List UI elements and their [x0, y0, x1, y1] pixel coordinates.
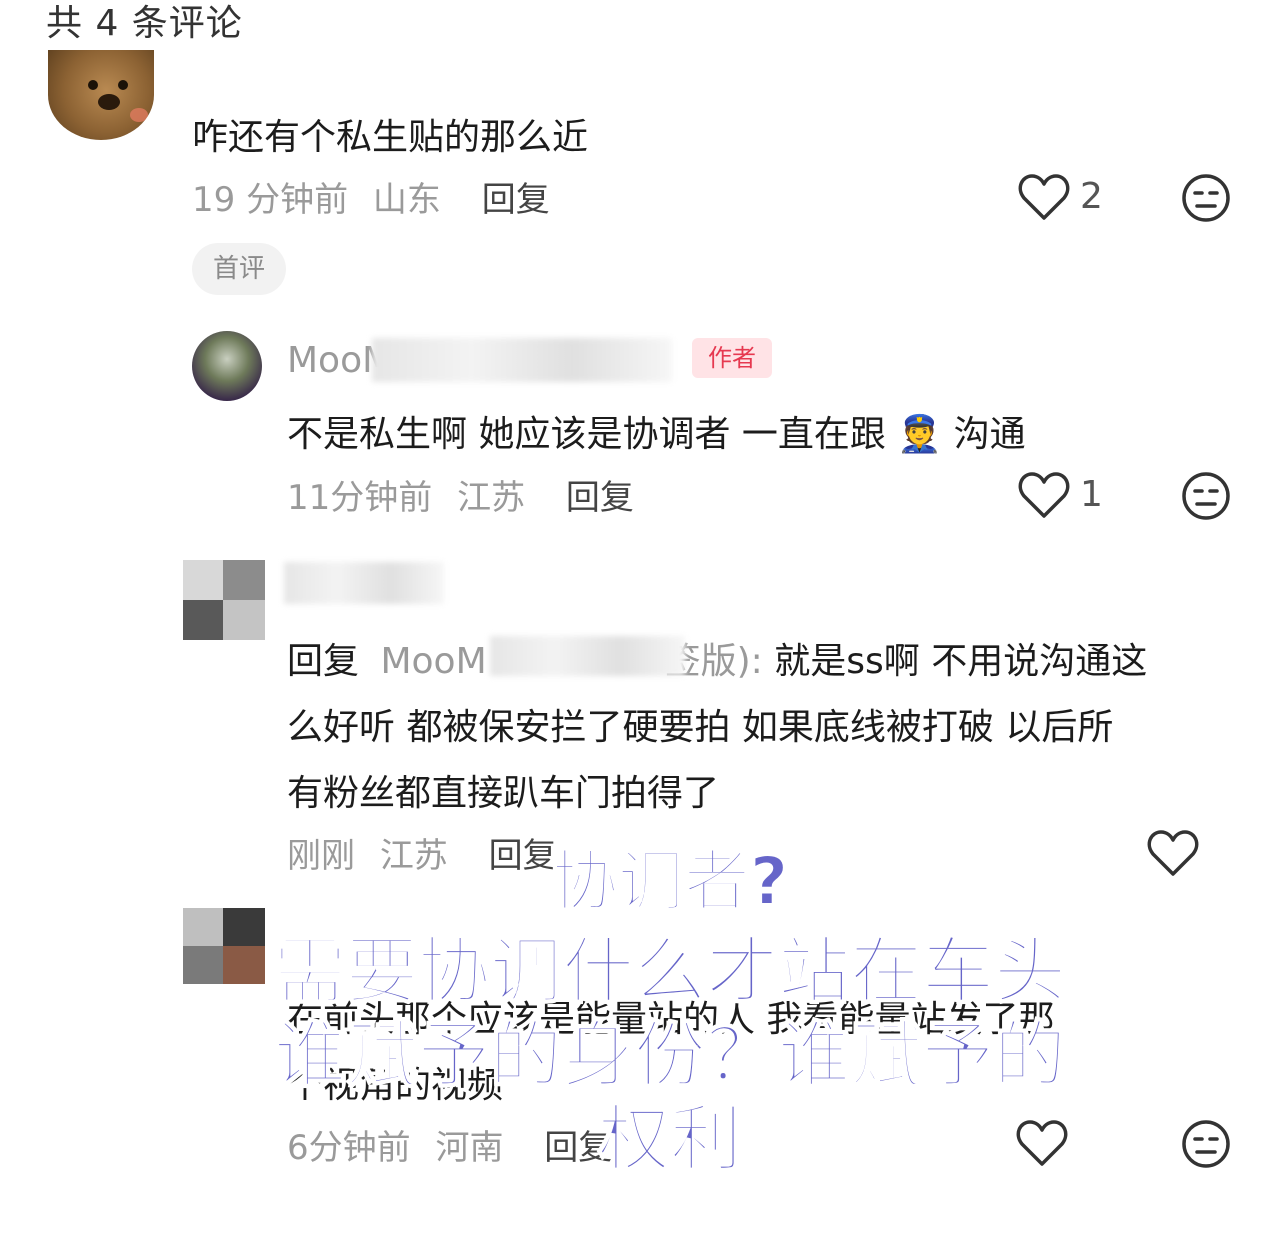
- avatar[interactable]: [48, 50, 154, 140]
- avatar[interactable]: [183, 560, 265, 640]
- comment-meta: 19 分钟前 山东 回复: [192, 172, 550, 221]
- blurred-username: [372, 338, 672, 382]
- reply-prefix: 回复: [287, 641, 360, 682]
- comment-location: 山东: [372, 180, 441, 220]
- comment-text: 么好听 都被保安拦了硬要拍 如果底线被打破 以后所: [287, 707, 1114, 748]
- avatar[interactable]: [192, 331, 262, 401]
- reply-line: 回复 MooM 签版): 就是ss啊 不用说沟通这: [287, 632, 1147, 684]
- comment-text: 咋还有个私生贴的那么近: [192, 117, 589, 158]
- blurred-username: [490, 636, 685, 676]
- comment-text: 不是私生啊 她应该是协调者 一直在跟 👮 沟通: [287, 414, 1026, 455]
- dislike-face-icon[interactable]: [1180, 470, 1232, 522]
- comment-location: 江苏: [457, 478, 526, 518]
- overlay-caption-line: 协调者?: [551, 842, 789, 921]
- reply-button[interactable]: 回复: [482, 180, 550, 220]
- dislike-face-icon[interactable]: [1180, 172, 1232, 224]
- like-count: 1: [1080, 474, 1103, 515]
- comment-time: 11分钟前: [287, 478, 433, 518]
- reply-button[interactable]: 回复: [566, 478, 634, 518]
- comment-count: 共 4 条评论: [46, 3, 243, 44]
- first-comment-badge: 首评: [192, 243, 286, 295]
- comment-text: 就是ss啊 不用说沟通这: [774, 641, 1148, 682]
- comment-text: 有粉丝都直接趴车门拍得了: [287, 773, 720, 814]
- like-count: 2: [1080, 176, 1103, 217]
- overlay-caption-line: 权利: [597, 1096, 743, 1182]
- blurred-username: [284, 562, 444, 604]
- comment-time: 19 分钟前: [192, 180, 349, 220]
- reply-to-username[interactable]: MooM: [380, 641, 486, 682]
- comment-meta: 11分钟前 江苏 回复: [287, 470, 634, 519]
- heart-icon[interactable]: [1018, 172, 1070, 222]
- author-badge: 作者: [692, 338, 772, 378]
- heart-icon[interactable]: [1018, 470, 1070, 520]
